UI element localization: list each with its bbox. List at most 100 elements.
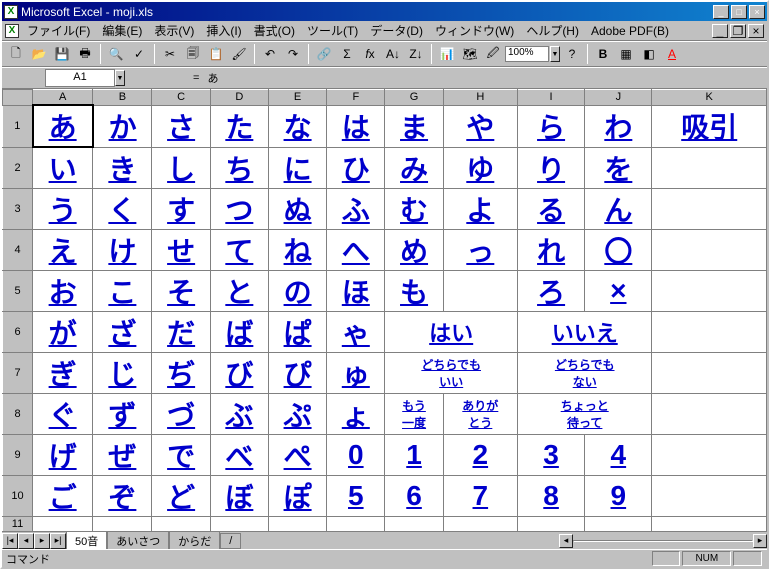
select-all-corner[interactable]: [3, 90, 33, 106]
cell[interactable]: も: [385, 271, 443, 312]
cell[interactable]: ょ: [327, 394, 385, 435]
cell[interactable]: づ: [152, 394, 210, 435]
spell-icon[interactable]: ✓: [128, 43, 150, 65]
cell[interactable]: ぬ: [268, 189, 326, 230]
menu-view[interactable]: 表示(V): [148, 20, 200, 41]
col-header-D[interactable]: D: [210, 90, 268, 106]
cell-link[interactable]: ょ: [342, 400, 370, 431]
cell[interactable]: げ: [33, 435, 93, 476]
cell-link[interactable]: も: [400, 277, 428, 308]
cell-link[interactable]: ぎ: [49, 359, 77, 390]
cell[interactable]: [585, 517, 652, 532]
cell[interactable]: ゃ: [327, 312, 385, 353]
cell-link[interactable]: に: [284, 154, 312, 185]
cell-link[interactable]: て: [225, 236, 253, 267]
cell[interactable]: 1: [385, 435, 443, 476]
cell-link[interactable]: ね: [284, 236, 312, 267]
save-icon[interactable]: 💾: [51, 43, 73, 65]
cell[interactable]: ありがとう: [443, 394, 517, 435]
doc-close-button[interactable]: ×: [748, 24, 764, 38]
cell-link[interactable]: う: [49, 195, 77, 226]
cell-link[interactable]: ま: [400, 112, 428, 143]
cut-icon[interactable]: ✂: [159, 43, 181, 65]
cell[interactable]: [652, 189, 767, 230]
cell-link[interactable]: や: [466, 112, 494, 143]
menu-edit[interactable]: 編集(E): [96, 20, 148, 41]
cell-link[interactable]: 7: [473, 480, 489, 511]
cell-link[interactable]: っ: [466, 236, 494, 267]
cell[interactable]: 9: [585, 476, 652, 517]
tab-last-icon[interactable]: ▸|: [50, 533, 66, 549]
cell[interactable]: さ: [152, 105, 210, 147]
col-header-G[interactable]: G: [385, 90, 443, 106]
cell[interactable]: り: [517, 147, 584, 189]
cell[interactable]: どちらでもいい: [385, 353, 518, 394]
hyperlink-icon[interactable]: 🔗: [313, 43, 335, 65]
cell-link[interactable]: ぷ: [284, 400, 312, 431]
map-icon[interactable]: 🗺: [459, 43, 481, 65]
cell-link[interactable]: ほ: [342, 277, 370, 308]
cell[interactable]: か: [93, 105, 152, 147]
cell[interactable]: 〇: [585, 230, 652, 271]
cell-link[interactable]: ぴ: [284, 359, 312, 390]
cell-link[interactable]: ん: [604, 195, 632, 226]
copy-icon[interactable]: 🗐: [182, 43, 204, 65]
redo-icon[interactable]: ↷: [282, 43, 304, 65]
cell-link[interactable]: 8: [543, 480, 559, 511]
cell[interactable]: ぢ: [152, 353, 210, 394]
fill-icon[interactable]: ◧: [638, 43, 660, 65]
cell[interactable]: れ: [517, 230, 584, 271]
cell[interactable]: く: [93, 189, 152, 230]
cell-link[interactable]: め: [400, 236, 428, 267]
cell[interactable]: ば: [210, 312, 268, 353]
cell[interactable]: [517, 517, 584, 532]
cell[interactable]: ぐ: [33, 394, 93, 435]
menu-data[interactable]: データ(D): [364, 20, 429, 41]
cell[interactable]: そ: [152, 271, 210, 312]
row-header-7[interactable]: 7: [3, 353, 33, 394]
cell[interactable]: [652, 147, 767, 189]
sort-asc-icon[interactable]: A↓: [382, 43, 404, 65]
row-header-3[interactable]: 3: [3, 189, 33, 230]
cell-link[interactable]: ふ: [342, 195, 370, 226]
cell-link[interactable]: ぬ: [284, 195, 312, 226]
cell[interactable]: ざ: [93, 312, 152, 353]
cell[interactable]: て: [210, 230, 268, 271]
cell-link[interactable]: 5: [348, 480, 364, 511]
menu-insert[interactable]: 挿入(I): [200, 20, 247, 41]
cell[interactable]: ほ: [327, 271, 385, 312]
menu-tools[interactable]: ツール(T): [301, 20, 364, 41]
cell-link[interactable]: ぺ: [284, 441, 312, 472]
cell-link[interactable]: い: [49, 154, 77, 185]
row-header-10[interactable]: 10: [3, 476, 33, 517]
cell-link[interactable]: ×: [610, 275, 626, 306]
formula-value[interactable]: あ: [207, 70, 218, 86]
cell-link[interactable]: 2: [473, 439, 489, 470]
cell-link[interactable]: ち: [225, 154, 253, 185]
spreadsheet-grid[interactable]: ABCDEFGHIJK1あかさたなはまやらわ吸引2いきしちにひみゆりを3うくすつ…: [2, 89, 767, 531]
cell[interactable]: は: [327, 105, 385, 147]
cell[interactable]: ぜ: [93, 435, 152, 476]
open-icon[interactable]: 📂: [28, 43, 50, 65]
cell-link[interactable]: す: [167, 195, 195, 226]
autosum-icon[interactable]: Σ: [336, 43, 358, 65]
fx-icon[interactable]: fx: [359, 43, 381, 65]
cell-link[interactable]: へ: [342, 236, 370, 267]
cell[interactable]: べ: [210, 435, 268, 476]
close-button[interactable]: ×: [749, 5, 765, 19]
cell-link[interactable]: 6: [406, 480, 422, 511]
cell-link[interactable]: つ: [225, 195, 253, 226]
cell-link[interactable]: る: [537, 195, 565, 226]
cell-link[interactable]: ざ: [108, 318, 136, 349]
cell[interactable]: [652, 230, 767, 271]
cell[interactable]: に: [268, 147, 326, 189]
menu-help[interactable]: ヘルプ(H): [520, 20, 585, 41]
cell[interactable]: よ: [443, 189, 517, 230]
cell[interactable]: す: [152, 189, 210, 230]
cell-link[interactable]: ぱ: [284, 318, 312, 349]
cell-link[interactable]: だ: [167, 318, 195, 349]
cell-link[interactable]: わ: [604, 112, 632, 143]
cell[interactable]: 吸引: [652, 105, 767, 147]
row-header-2[interactable]: 2: [3, 147, 33, 189]
font-color-icon[interactable]: A: [661, 43, 683, 65]
